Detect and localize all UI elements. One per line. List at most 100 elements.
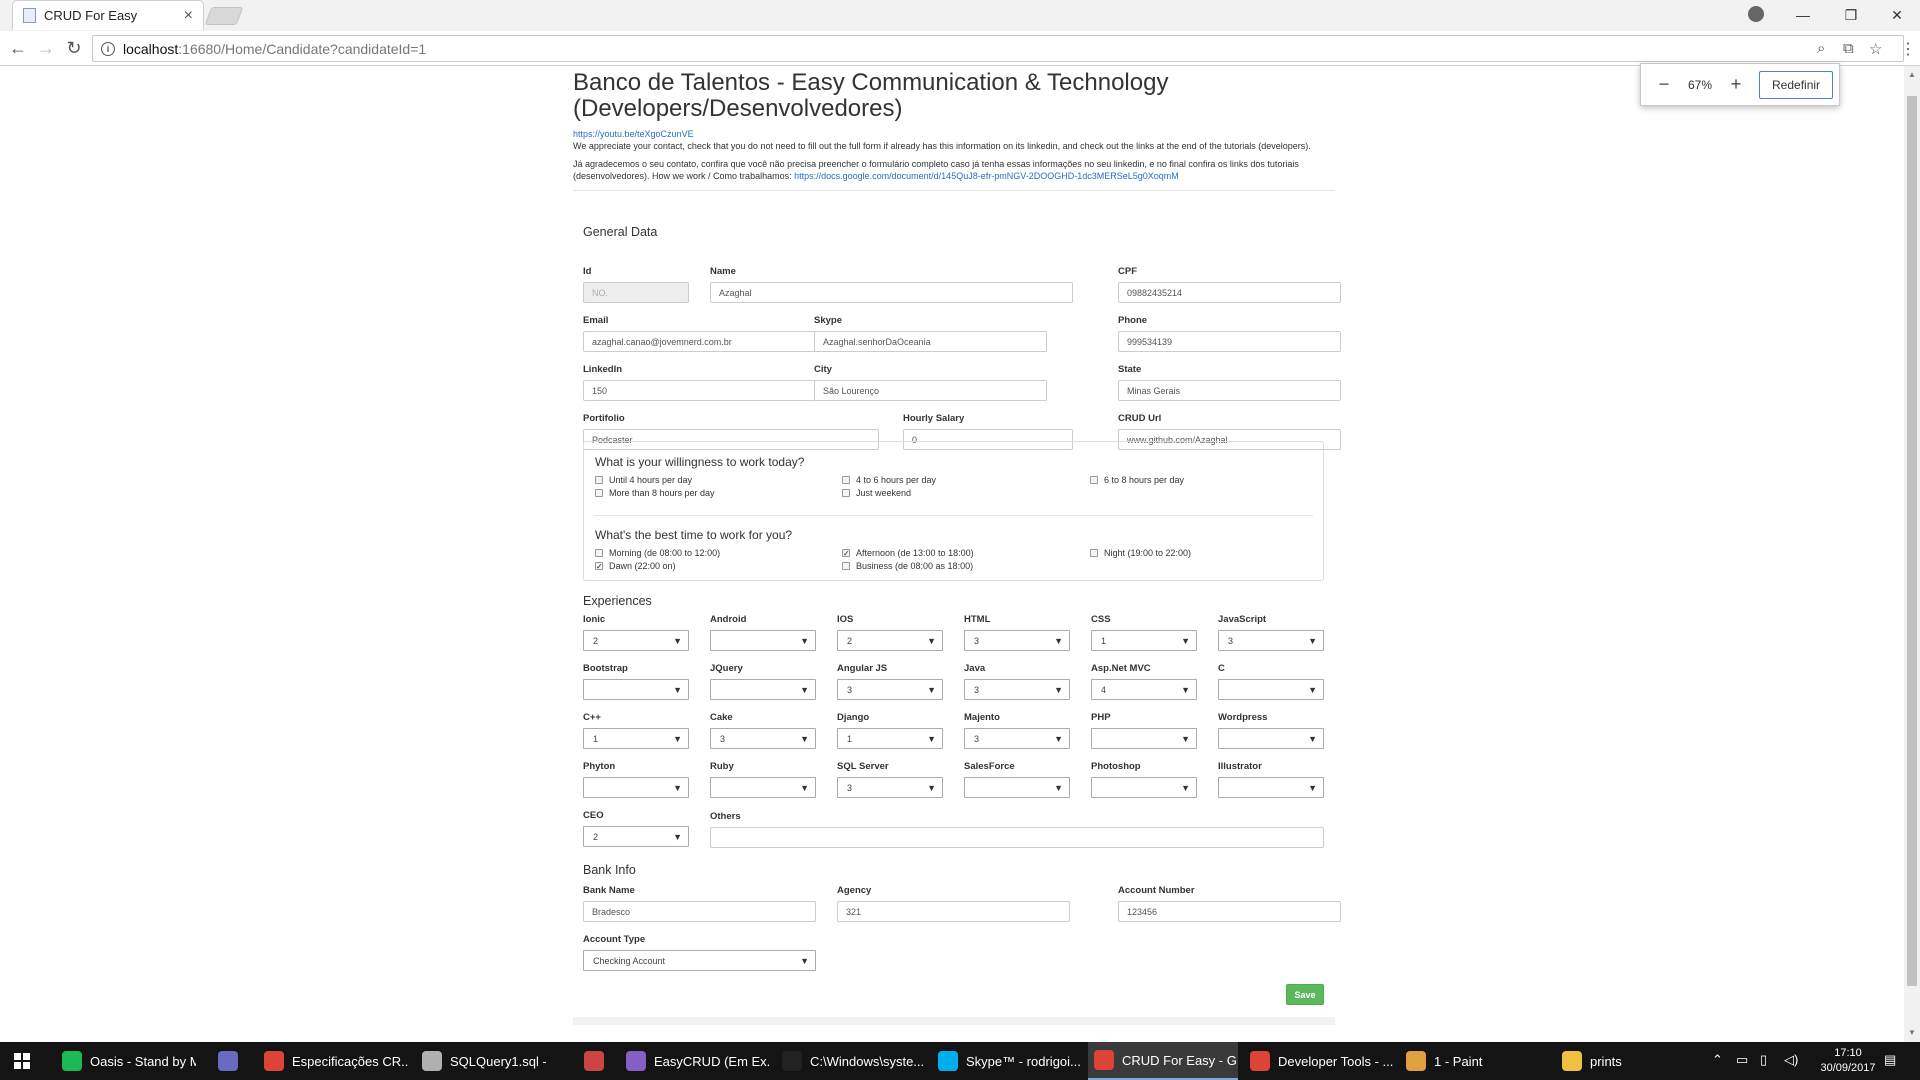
taskbar-item-app-1[interactable] — [212, 1042, 248, 1080]
checkbox-just-weekend[interactable]: Just weekend — [842, 488, 911, 498]
skype-input[interactable]: Azaghal.senhorDaOceania — [814, 331, 1047, 352]
checked-box-icon[interactable]: ✓ — [595, 562, 603, 571]
cpf-input[interactable]: 09882435214 — [1118, 282, 1341, 303]
state-input[interactable]: Minas Gerais — [1118, 380, 1341, 401]
css-select[interactable]: 1 ▼ — [1091, 630, 1197, 651]
unchecked-box-icon[interactable] — [842, 489, 850, 497]
account-type-select[interactable]: Checking Account ▼ — [583, 950, 816, 971]
zoom-in-button[interactable]: + — [1727, 74, 1745, 95]
bank-name-input[interactable]: Bradesco — [583, 901, 816, 922]
reload-icon[interactable]: ↻ — [62, 36, 86, 60]
back-arrow-icon[interactable]: ← — [6, 36, 30, 60]
docs-link[interactable]: https://docs.google.com/document/d/145Qu… — [794, 171, 1179, 181]
windows-start-icon[interactable] — [14, 1053, 30, 1069]
jquery-select[interactable]: ▼ — [710, 679, 816, 700]
account-number-input[interactable]: 123456 — [1118, 901, 1341, 922]
profile-icon[interactable] — [1748, 6, 1764, 22]
java-select[interactable]: 3 ▼ — [964, 679, 1070, 700]
taskbar-item-c-windows-syste[interactable]: C:\Windows\syste... — [776, 1042, 926, 1080]
checkbox-morning-de-08-00-to-12-00[interactable]: Morning (de 08:00 to 12:00) — [595, 548, 720, 558]
email-input[interactable]: azaghal.canao@jovemnerd.com.br — [583, 331, 816, 352]
angular-js-select[interactable]: 3 ▼ — [837, 679, 943, 700]
ruby-select[interactable]: ▼ — [710, 777, 816, 798]
volume-icon[interactable]: ◁) — [1784, 1052, 1798, 1068]
javascript-select[interactable]: 3 ▼ — [1218, 630, 1324, 651]
illustrator-select[interactable]: ▼ — [1218, 777, 1324, 798]
checkbox-afternoon-de-13-00-to-18-00[interactable]: ✓ Afternoon (de 13:00 to 18:00) — [842, 548, 974, 558]
ionic-select[interactable]: 2 ▼ — [583, 630, 689, 651]
close-window-button[interactable]: ✕ — [1874, 2, 1920, 28]
sql-server-select[interactable]: 3 ▼ — [837, 777, 943, 798]
bookmark-star-icon[interactable]: ☆ — [1869, 40, 1882, 58]
taskbar-item-sqlquery1-sql-r[interactable]: SQLQuery1.sql - R... — [416, 1042, 546, 1080]
translate-icon[interactable]: ⧉ — [1843, 40, 1854, 57]
c-select[interactable]: ▼ — [1218, 679, 1324, 700]
ios-select[interactable]: 2 ▼ — [837, 630, 943, 651]
minimize-button[interactable]: — — [1780, 2, 1826, 28]
city-input[interactable]: São Lourenço — [814, 380, 1047, 401]
checkbox-4-to-6-hours-per-day[interactable]: 4 to 6 hours per day — [842, 475, 936, 485]
taskbar-item-especifica-es-cr[interactable]: Especificações CR... — [258, 1042, 408, 1080]
close-tab-icon[interactable]: × — [184, 7, 193, 24]
taskbar-item-easycrud-em-ex[interactable]: EasyCRUD (Em Ex... — [620, 1042, 770, 1080]
name-input[interactable]: Azaghal — [710, 282, 1073, 303]
ceo-select[interactable]: 2 ▼ — [583, 826, 689, 847]
checkbox-night-19-00-to-22-00[interactable]: Night (19:00 to 22:00) — [1090, 548, 1191, 558]
checkbox-6-to-8-hours-per-day[interactable]: 6 to 8 hours per day — [1090, 475, 1184, 485]
photoshop-select[interactable]: ▼ — [1091, 777, 1197, 798]
unchecked-box-icon[interactable] — [595, 549, 603, 557]
restore-button[interactable]: ❐ — [1828, 2, 1874, 28]
php-select[interactable]: ▼ — [1091, 728, 1197, 749]
phyton-select[interactable]: ▼ — [583, 777, 689, 798]
forward-arrow-icon[interactable]: → — [34, 36, 58, 60]
new-tab-button[interactable] — [204, 7, 244, 25]
taskbar-item-skype-rodrigoi[interactable]: Skype™ - rodrigoi... — [932, 1042, 1082, 1080]
unchecked-box-icon[interactable] — [842, 476, 850, 484]
taskbar-item-prints[interactable]: prints — [1556, 1042, 1656, 1080]
network-icon[interactable]: ▭ — [1736, 1052, 1748, 1068]
zoom-reset-button[interactable]: Redefinir — [1759, 70, 1834, 99]
video-link[interactable]: https://youtu.be/teXgoCzunVE — [573, 129, 694, 139]
phone-input[interactable]: 999534139 — [1118, 331, 1341, 352]
majento-select[interactable]: 3 ▼ — [964, 728, 1070, 749]
page-scrollbar[interactable]: ▲ ▼ — [1904, 66, 1920, 1042]
scroll-up-arrow-icon[interactable]: ▲ — [1908, 70, 1916, 79]
checkbox-more-than-8-hours-per-day[interactable]: More than 8 hours per day — [595, 488, 715, 498]
unchecked-box-icon[interactable] — [1090, 476, 1098, 484]
unchecked-box-icon[interactable] — [595, 489, 603, 497]
browser-tab[interactable]: CRUD For Easy × — [12, 0, 204, 30]
taskbar-item-developer-tools[interactable]: Developer Tools - ... — [1244, 1042, 1394, 1080]
taskbar-item-crud-for-easy-g[interactable]: CRUD For Easy - G... — [1088, 1042, 1238, 1080]
cake-select[interactable]: 3 ▼ — [710, 728, 816, 749]
checkbox-until-4-hours-per-day[interactable]: Until 4 hours per day — [595, 475, 692, 485]
bootstrap-select[interactable]: ▼ — [583, 679, 689, 700]
others-input[interactable] — [710, 827, 1324, 848]
save-button[interactable]: Save — [1286, 984, 1324, 1005]
id-input[interactable]: NO. — [583, 282, 689, 303]
c-select[interactable]: 1 ▼ — [583, 728, 689, 749]
unchecked-box-icon[interactable] — [595, 476, 603, 484]
unchecked-box-icon[interactable] — [1090, 549, 1098, 557]
tray-chevron-icon[interactable]: ⌃ — [1712, 1052, 1723, 1068]
notifications-icon[interactable]: ▤ — [1884, 1052, 1896, 1068]
agency-input[interactable]: 321 — [837, 901, 1070, 922]
unchecked-box-icon[interactable] — [842, 562, 850, 570]
site-info-icon[interactable]: i — [101, 41, 115, 56]
address-bar[interactable]: i localhost:16680/Home/Candidate?candida… — [92, 35, 1904, 62]
scroll-down-arrow-icon[interactable]: ▼ — [1908, 1028, 1916, 1037]
html-select[interactable]: 3 ▼ — [964, 630, 1070, 651]
wordpress-select[interactable]: ▼ — [1218, 728, 1324, 749]
django-select[interactable]: 1 ▼ — [837, 728, 943, 749]
linkedin-input[interactable]: 150 — [583, 380, 816, 401]
taskbar-item-app-4[interactable] — [578, 1042, 614, 1080]
zoom-out-button[interactable]: − — [1655, 74, 1673, 95]
checked-box-icon[interactable]: ✓ — [842, 549, 850, 558]
taskbar-item-1-paint[interactable]: 1 - Paint — [1400, 1042, 1550, 1080]
power-icon[interactable]: ▯ — [1760, 1052, 1767, 1068]
browser-menu-icon[interactable]: ⋮ — [1900, 39, 1916, 59]
zoom-magnifier-icon[interactable]: ⌕ — [1817, 40, 1825, 57]
checkbox-dawn-22-00-on[interactable]: ✓ Dawn (22:00 on) — [595, 561, 676, 571]
taskbar-item-oasis-stand-by-me[interactable]: Oasis - Stand by Me — [56, 1042, 196, 1080]
salesforce-select[interactable]: ▼ — [964, 777, 1070, 798]
scroll-thumb[interactable] — [1907, 96, 1917, 986]
